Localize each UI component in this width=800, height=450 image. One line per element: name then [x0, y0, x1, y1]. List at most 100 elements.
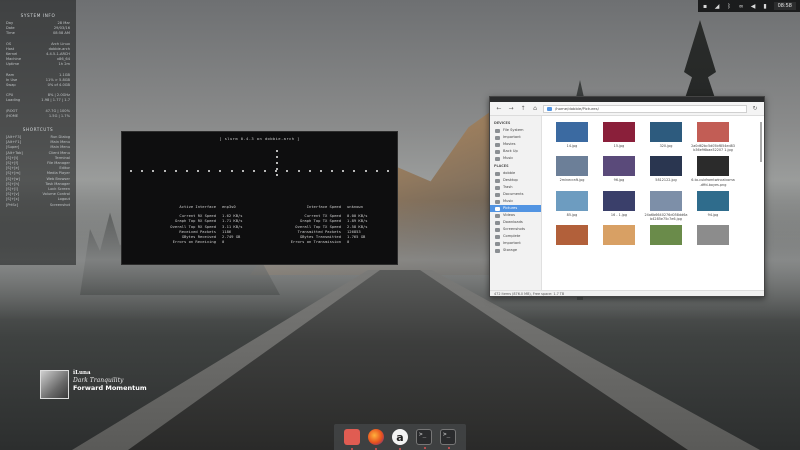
file-item[interactable]: 16 - 1.jpg: [597, 190, 641, 221]
file-manager-window[interactable]: ← → ↑ ⌂ /home/dobbie/Pictures/ ↻ DEVICES…: [489, 96, 765, 297]
scrollbar[interactable]: [760, 122, 762, 162]
sidebar-item-music[interactable]: Music: [490, 198, 541, 205]
sidebar-item-label: Videos: [503, 213, 515, 217]
stat-value: unknown: [347, 204, 364, 209]
file-item[interactable]: 85.jpg: [550, 190, 594, 221]
sidebar-item-important[interactable]: Important: [490, 240, 541, 247]
back-icon[interactable]: ←: [495, 105, 503, 113]
file-item[interactable]: [644, 225, 688, 247]
bluetooth-icon[interactable]: ᛒ: [726, 3, 733, 10]
firefox-icon[interactable]: [368, 429, 384, 450]
file-item[interactable]: 15.jpg: [597, 122, 641, 152]
terminal-icon[interactable]: >_: [416, 429, 432, 449]
stat-row: Interface Speed unknown: [267, 204, 377, 209]
drive-icon: [495, 142, 500, 147]
sidebar-item-downloads[interactable]: Downloads: [490, 219, 541, 226]
file-item[interactable]: 6-to-cubfromtwincalcoma-dffd-boyes.png: [691, 156, 735, 187]
sidebar-item-desktop[interactable]: Desktop: [490, 177, 541, 184]
sidebar-item-pictures[interactable]: Pictures: [490, 205, 541, 212]
file-name: 16 - 1.jpg: [610, 212, 628, 217]
artist-name: iLuna: [73, 370, 91, 376]
stat-value: 0: [347, 239, 350, 245]
sidebar-item-videos[interactable]: Videos: [490, 212, 541, 219]
file-name: 14.jpg: [566, 144, 578, 148]
file-item[interactable]: [597, 225, 641, 247]
file-item[interactable]: 320.jpg: [644, 122, 688, 152]
battery-icon[interactable]: ▮: [762, 3, 769, 10]
volume-icon[interactable]: ◀: [750, 3, 757, 10]
sidebar-item-label: Important: [503, 135, 521, 139]
file-item[interactable]: 24a6b6640276d058dd6ab4285e75c7e6.jpg: [644, 190, 688, 222]
rx-stats: Active Interface enp3s0 Current RX Speed 1.…: [142, 204, 252, 244]
stat-label: Active Interface: [179, 204, 216, 209]
stat-row: Active Interface enp3s0: [142, 204, 252, 209]
file-name: 24a6b6640276d058dd6ab4285e75c7e6.jpg: [644, 212, 688, 222]
terminal-window[interactable]: [ slurm 0.4.3 on dobbie-arch ] Active In…: [121, 131, 398, 265]
home-icon[interactable]: ⌂: [531, 105, 539, 113]
file-thumbnail: [603, 156, 635, 177]
drive-icon: [495, 135, 500, 140]
files-icon[interactable]: [344, 429, 360, 450]
stat-label: Errors on Transmission: [290, 239, 341, 245]
drive-icon: [495, 156, 500, 161]
stat-label: Errors on Receiving: [172, 239, 216, 245]
sidebar-item-label: Music: [503, 156, 514, 160]
sidebar-item-documents[interactable]: Documents: [490, 191, 541, 198]
sidebar-item-screenshots[interactable]: Screenshots: [490, 226, 541, 233]
folder-icon: [495, 248, 500, 253]
clock[interactable]: 08:58: [773, 2, 796, 10]
file-item[interactable]: 2minecraft.jpg: [550, 156, 594, 186]
folder-icon: [495, 199, 500, 204]
file-item[interactable]: 2a0d62bc5d05bf854ed83b36e96bae32207 1.jp…: [691, 122, 735, 152]
sidebar-item-label: Back Up: [503, 149, 518, 153]
memory-row-label: Swap: [6, 83, 16, 88]
file-name: 5812122.jpg: [655, 178, 677, 183]
terminal-icon[interactable]: >_: [440, 429, 456, 449]
sidebar-item-storage[interactable]: Storage: [490, 247, 541, 254]
sidebar-item-important[interactable]: Important: [490, 134, 541, 141]
file-item[interactable]: 5812122.jpg: [644, 156, 688, 186]
sidebar-item-dobbie[interactable]: dobbie: [490, 170, 541, 177]
file-item[interactable]: [550, 225, 594, 247]
link-icon[interactable]: ∞: [738, 3, 745, 10]
conky-panel: SYSTEM INFO Day 28 Mar Date 29/03/16 Time 08:…: [0, 0, 76, 265]
sidebar-item-file-system[interactable]: File System: [490, 127, 541, 134]
up-icon[interactable]: ↑: [519, 105, 527, 113]
graph-vertical-dots: [276, 150, 278, 176]
network-icon[interactable]: ◢: [714, 3, 721, 10]
file-name: 6-to-cubfromtwincalcoma-dffd-boyes.png: [691, 178, 735, 187]
sidebar-item-movies[interactable]: Movies: [490, 141, 541, 148]
location-bar[interactable]: /home/dobbie/Pictures/: [543, 104, 747, 113]
window-icon[interactable]: ▪: [702, 3, 709, 10]
cpu-row-label: Loading: [6, 98, 21, 103]
sidebar-item-trash[interactable]: Trash: [490, 184, 541, 191]
system-row-label: Time: [6, 31, 15, 36]
forward-icon[interactable]: →: [507, 105, 515, 113]
file-item[interactable]: 14.jpg: [550, 122, 594, 152]
system-row-value: 08:58 AM: [52, 31, 70, 36]
reload-icon[interactable]: ↻: [751, 105, 759, 113]
file-item[interactable]: 94.jpg: [691, 190, 735, 221]
file-name: 320.jpg: [659, 144, 673, 148]
sidebar-item-complete[interactable]: Complete: [490, 233, 541, 240]
drive-icon: [495, 128, 500, 133]
file-item[interactable]: [691, 225, 735, 247]
sidebar-item-label: Desktop: [503, 178, 518, 182]
sidebar-item-label: Movies: [503, 142, 516, 146]
graph-dots: [130, 170, 389, 172]
folder-icon: [495, 227, 500, 232]
disk-row-value: 1.5G | 1.7%: [48, 113, 70, 118]
places-header: PLACES: [494, 164, 509, 168]
sidebar-item-label: dobbie: [503, 171, 516, 175]
file-item[interactable]: 96.jpg: [597, 156, 641, 186]
amazon-icon[interactable]: a: [392, 429, 408, 450]
sidebar-item-label: Storage: [503, 248, 518, 252]
file-thumbnail: [650, 122, 682, 142]
file-thumbnail: [556, 156, 588, 177]
sidebar-item-music[interactable]: Music: [490, 155, 541, 162]
host-row-value: 1h 2m: [58, 62, 71, 67]
folder-icon: [495, 213, 500, 218]
stat-label: Interface Speed: [306, 204, 341, 209]
sidebar-item-back-up[interactable]: Back Up: [490, 148, 541, 155]
file-name: 15.jpg: [613, 144, 625, 148]
